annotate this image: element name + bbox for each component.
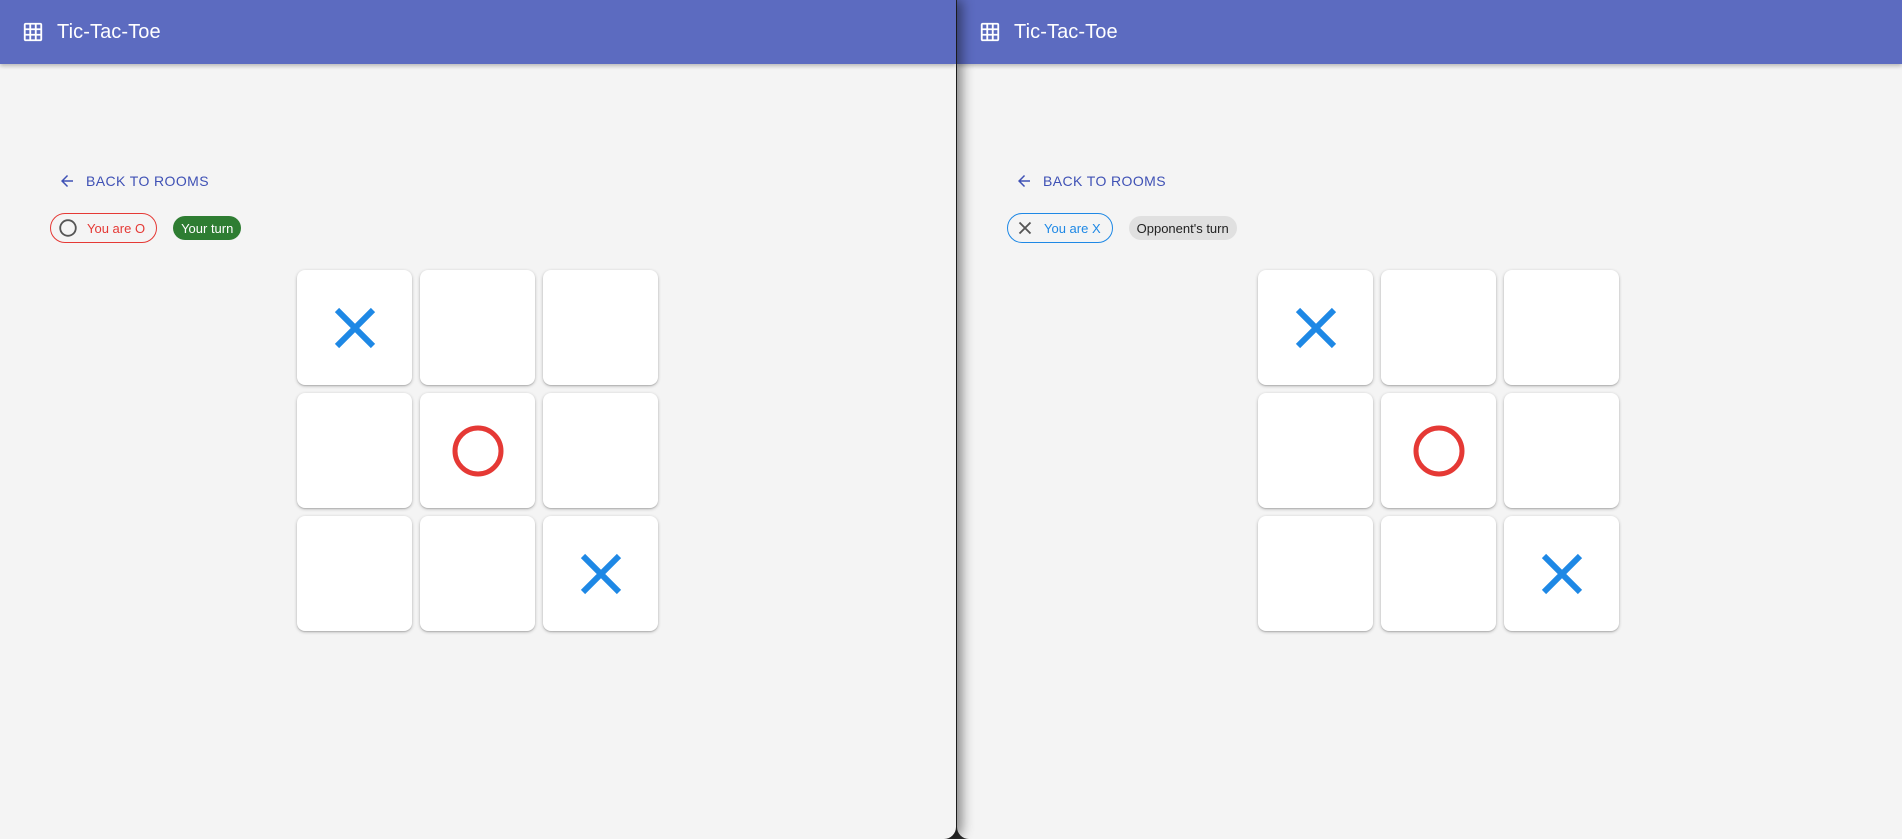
board-cell[interactable] <box>1258 270 1373 385</box>
board-cell[interactable] <box>1381 270 1496 385</box>
board-cell[interactable] <box>1381 393 1496 508</box>
app-title: Tic-Tac-Toe <box>1014 20 1118 43</box>
grid-icon <box>979 21 1001 43</box>
window-player-x: Tic-Tac-Toe BACK TO ROOMS You are X Oppo… <box>957 0 1902 839</box>
app-title: Tic-Tac-Toe <box>57 20 161 43</box>
board-cell[interactable] <box>1504 270 1619 385</box>
board-cell[interactable] <box>543 393 658 508</box>
desktop: Tic-Tac-Toe BACK TO ROOMS You are O Your… <box>0 0 1902 839</box>
x-mark-icon <box>580 553 621 594</box>
arrow-left-icon <box>58 172 76 190</box>
o-mark-icon <box>1413 425 1464 476</box>
turn-status-label: Opponent's turn <box>1136 220 1229 236</box>
app-bar: Tic-Tac-Toe <box>957 0 1902 64</box>
player-role-chip: You are O <box>50 213 158 243</box>
board-cell[interactable] <box>420 393 535 508</box>
status-chips: You are O Your turn <box>50 213 257 243</box>
player-role-chip: You are X <box>1007 213 1113 243</box>
o-mark-icon <box>452 425 503 476</box>
x-mark-icon <box>1295 307 1336 348</box>
x-mark-icon <box>1541 553 1582 594</box>
board-cell[interactable] <box>1504 516 1619 631</box>
grid-icon <box>22 21 44 43</box>
back-to-rooms-label: BACK TO ROOMS <box>86 173 209 189</box>
player-role-label: You are O <box>87 220 146 236</box>
board-cell[interactable] <box>1381 516 1496 631</box>
board-cell[interactable] <box>297 393 412 508</box>
board-cell[interactable] <box>297 270 412 385</box>
turn-status-chip: Your turn <box>173 216 242 240</box>
turn-status-label: Your turn <box>181 220 234 236</box>
arrow-left-icon <box>1015 172 1033 190</box>
back-to-rooms-button[interactable]: BACK TO ROOMS <box>52 166 215 196</box>
back-to-rooms-button[interactable]: BACK TO ROOMS <box>1009 166 1172 196</box>
turn-status-chip: Opponent's turn <box>1128 216 1237 240</box>
board-cell[interactable] <box>1258 393 1373 508</box>
app-bar: Tic-Tac-Toe <box>0 0 956 64</box>
status-chips: You are X Opponent's turn <box>1007 213 1253 243</box>
circle-outline-icon <box>57 217 79 239</box>
board-cell[interactable] <box>297 516 412 631</box>
game-board <box>1258 270 1619 631</box>
board-cell[interactable] <box>543 270 658 385</box>
game-board <box>297 270 658 631</box>
board-cell[interactable] <box>420 270 535 385</box>
board-cell[interactable] <box>1258 516 1373 631</box>
close-x-icon <box>1014 217 1036 239</box>
window-player-o: Tic-Tac-Toe BACK TO ROOMS You are O Your… <box>0 0 956 839</box>
x-mark-icon <box>334 307 375 348</box>
back-to-rooms-label: BACK TO ROOMS <box>1043 173 1166 189</box>
board-cell[interactable] <box>420 516 535 631</box>
board-cell[interactable] <box>543 516 658 631</box>
player-role-label: You are X <box>1044 220 1101 236</box>
board-cell[interactable] <box>1504 393 1619 508</box>
